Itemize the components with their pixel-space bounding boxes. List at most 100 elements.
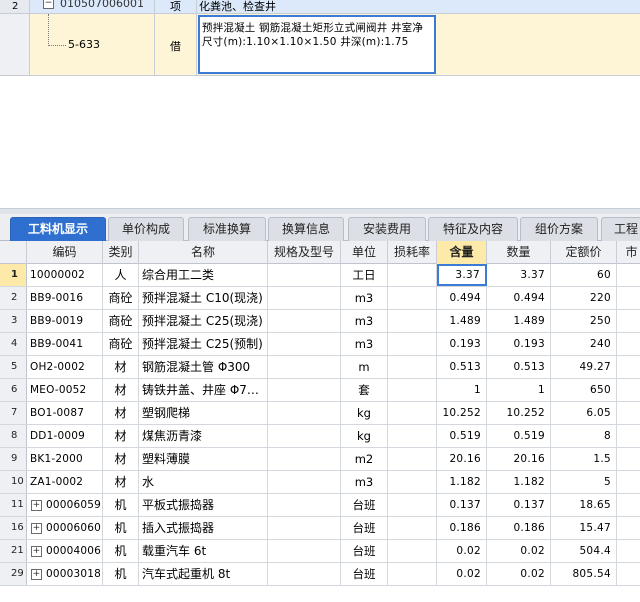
table-row[interactable]: 6 MEO-0052 材铸铁井盖、井座 Φ7… 套 1 1 650 [0,379,640,402]
header-unit[interactable]: 单位 [341,241,388,264]
unit-cell[interactable]: 台班 [341,517,388,539]
market-price-cell[interactable] [617,563,640,585]
table-row[interactable]: 11 +00006059 机平板式振捣器 台班 0.137 0.137 18.65 [0,494,640,517]
table-row[interactable]: 8 DD1-0009 材煤焦沥青漆 kg 0.519 0.519 8 [0,425,640,448]
expand-icon[interactable]: + [31,522,42,534]
quantity-cell[interactable]: 10.252 [487,402,551,424]
tab-project[interactable]: 工程 [601,217,640,241]
tab-features-content[interactable]: 特征及内容 [428,217,518,241]
name-cell[interactable]: 插入式振捣器 [139,517,268,539]
unit-cell[interactable]: kg [341,425,388,447]
name-cell[interactable]: 煤焦沥青漆 [139,425,268,447]
loss-rate-cell[interactable] [388,425,437,447]
category-cell[interactable]: 材 [103,356,139,378]
quota-price-cell[interactable]: 6.05 [551,402,617,424]
content-cell[interactable]: 0.513 [437,356,487,378]
quota-price-cell[interactable]: 1.5 [551,448,617,470]
unit-cell[interactable]: 台班 [341,494,388,516]
name-cell[interactable]: 预拌混凝土 C25(预制) [139,333,268,355]
content-cell[interactable]: 10.252 [437,402,487,424]
loss-rate-cell[interactable] [388,402,437,424]
market-price-cell[interactable] [617,333,640,355]
name-cell[interactable]: 预拌混凝土 C25(现浇) [139,310,268,332]
spec-cell[interactable] [268,563,341,585]
code-cell[interactable]: +00004006 [27,540,103,562]
table-row[interactable]: 7 BO1-0087 材塑钢爬梯 kg 10.252 10.252 6.05 [0,402,640,425]
spec-cell[interactable] [268,425,341,447]
quota-price-cell[interactable]: 49.27 [551,356,617,378]
table-row[interactable]: 4 BB9-0041 商砼 预拌混凝土 C25(预制) m3 0.193 0.193 240 [0,333,640,356]
table-row[interactable]: 10 ZA1-0002 材水 m3 1.182 1.182 5 [0,471,640,494]
market-price-cell[interactable] [617,402,640,424]
collapse-icon[interactable]: − [43,0,54,9]
spec-cell[interactable] [268,540,341,562]
unit-cell[interactable]: m3 [341,287,388,309]
name-cell[interactable]: 预拌混凝土 钢筋混凝土矩形立式闸阀井 井室净尺寸(m):1.10×1.10×1.… [197,14,640,76]
name-cell[interactable]: 平板式振捣器 [139,494,268,516]
name-cell[interactable]: 钢筋混凝土管 Φ300 [139,356,268,378]
tab-pricing-scheme[interactable]: 组价方案 [520,217,598,241]
spec-cell[interactable] [268,517,341,539]
quota-price-cell[interactable]: 805.54 [551,563,617,585]
name-editor[interactable]: 预拌混凝土 钢筋混凝土矩形立式闸阀井 井室净尺寸(m):1.10×1.10×1.… [198,15,436,74]
type-cell[interactable]: 借 [155,14,197,76]
market-price-cell[interactable] [617,264,640,286]
unit-cell[interactable]: m [341,356,388,378]
quota-price-cell[interactable]: 60 [551,264,617,286]
content-cell[interactable]: 0.193 [437,333,487,355]
code-cell[interactable]: BB9-0016 [27,287,103,309]
header-category[interactable]: 类别 [103,241,139,264]
quantity-cell[interactable]: 0.494 [487,287,551,309]
category-cell[interactable]: 机 [103,494,139,516]
code-cell[interactable]: − 010507006001 [30,0,155,14]
code-cell[interactable]: BB9-0041 [27,333,103,355]
category-cell[interactable]: 机 [103,517,139,539]
spec-cell[interactable] [268,287,341,309]
content-cell[interactable]: 1 [437,379,487,401]
category-cell[interactable]: 材 [103,471,139,493]
code-cell[interactable]: +00006059 [27,494,103,516]
unit-cell[interactable]: 工日 [341,264,388,286]
category-cell[interactable]: 机 [103,563,139,585]
quota-price-cell[interactable]: 5 [551,471,617,493]
header-content[interactable]: 含量 [437,241,487,264]
name-cell[interactable]: 化粪池、检查井 [197,0,640,14]
category-cell[interactable]: 机 [103,540,139,562]
table-row[interactable]: 21 +00004006 机载重汽车 6t 台班 0.02 0.02 504.4 [0,540,640,563]
quantity-cell[interactable]: 0.186 [487,517,551,539]
header-name[interactable]: 名称 [139,241,268,264]
market-price-cell[interactable] [617,471,640,493]
code-cell[interactable]: ZA1-0002 [27,471,103,493]
market-price-cell[interactable] [617,379,640,401]
loss-rate-cell[interactable] [388,333,437,355]
content-cell[interactable]: 0.494 [437,287,487,309]
unit-cell[interactable]: kg [341,402,388,424]
expand-icon[interactable]: + [31,545,42,557]
market-price-cell[interactable] [617,494,640,516]
quantity-cell[interactable]: 3.37 [487,264,551,286]
spec-cell[interactable] [268,402,341,424]
table-row[interactable]: 29 +00003018 机汽车式起重机 8t 台班 0.02 0.02 805.54 [0,563,640,586]
quantity-cell[interactable]: 1.182 [487,471,551,493]
code-cell[interactable]: BK1-2000 [27,448,103,470]
category-cell[interactable]: 商砼 [103,287,139,309]
spec-cell[interactable] [268,310,341,332]
name-cell[interactable]: 汽车式起重机 8t [139,563,268,585]
header-code[interactable]: 编码 [27,241,103,264]
unit-cell[interactable]: 套 [341,379,388,401]
content-cell[interactable]: 0.02 [437,563,487,585]
category-cell[interactable]: 材 [103,448,139,470]
category-cell[interactable]: 材 [103,425,139,447]
quantity-cell[interactable]: 0.513 [487,356,551,378]
code-cell[interactable]: BO1-0087 [27,402,103,424]
market-price-cell[interactable] [617,356,640,378]
expand-icon[interactable]: + [31,499,42,511]
loss-rate-cell[interactable] [388,287,437,309]
market-price-cell[interactable] [617,448,640,470]
category-cell[interactable]: 材 [103,402,139,424]
unit-cell[interactable]: m2 [341,448,388,470]
loss-rate-cell[interactable] [388,310,437,332]
header-spec[interactable]: 规格及型号 [268,241,341,264]
tab-installation-cost[interactable]: 安装费用 [348,217,426,241]
header-loss-rate[interactable]: 损耗率 [388,241,437,264]
